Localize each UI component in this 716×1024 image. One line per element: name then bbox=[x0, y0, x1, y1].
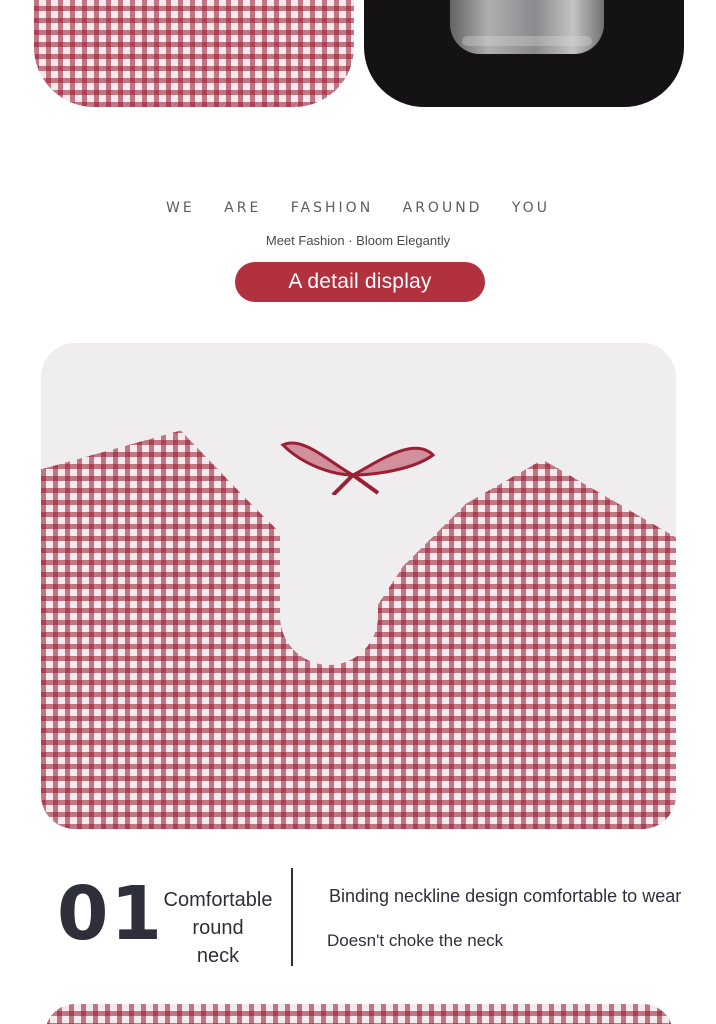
back-keyhole-opening bbox=[280, 490, 378, 665]
feature-title-line: Comfortable bbox=[163, 889, 273, 911]
fabric-closeup-photo bbox=[34, 0, 354, 107]
feature-title-line: round bbox=[192, 917, 244, 939]
feature-description-1: Binding neckline design comfortable to w… bbox=[329, 886, 682, 906]
bottle-photo bbox=[364, 0, 684, 107]
next-fabric-photo bbox=[45, 1004, 673, 1024]
detail-display-button[interactable]: A detail display bbox=[235, 262, 485, 302]
brand-subtagline: Meet Fashion · Bloom Elegantly bbox=[265, 233, 451, 248]
feature-divider bbox=[291, 868, 293, 966]
feature-description-2: Doesn't choke the neck bbox=[327, 931, 504, 950]
bow-tie-icon bbox=[280, 441, 436, 495]
glass-bottle bbox=[450, 0, 604, 54]
brand-tagline: WE ARE FASHION AROUND YOU bbox=[166, 200, 550, 216]
neckline-detail-photo bbox=[41, 343, 676, 829]
feature-title-line: neck bbox=[196, 945, 240, 967]
feature-title: Comfortable round neck bbox=[160, 886, 276, 970]
feature-number: 01 bbox=[57, 871, 164, 957]
